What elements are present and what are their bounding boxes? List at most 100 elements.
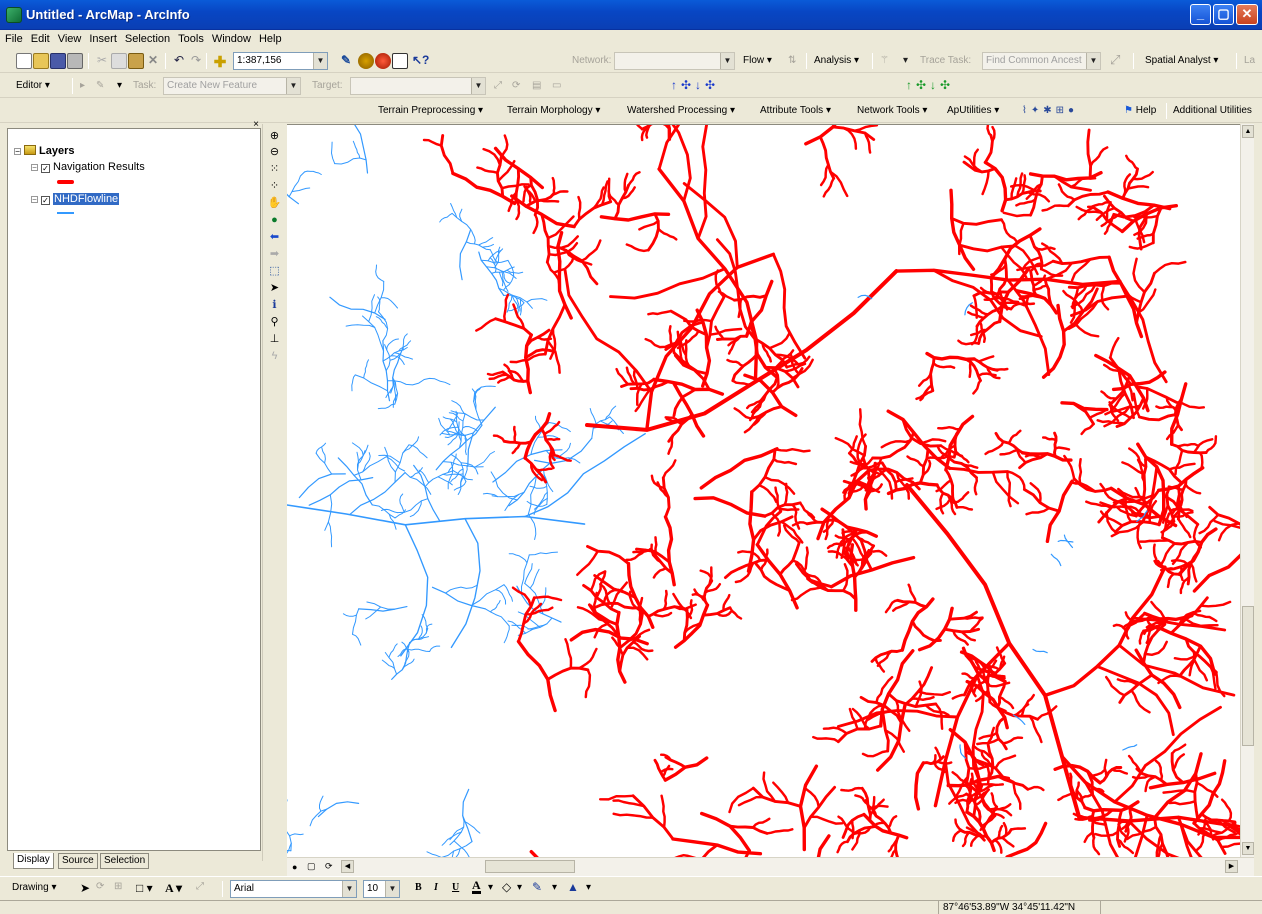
marker-color-icon[interactable]: ▲ [567,880,579,894]
tab-selection[interactable]: Selection [100,853,150,869]
split-tool-icon[interactable]: ⤢ [494,80,502,91]
attributes-icon[interactable]: ▤ [532,80,541,91]
layout-view-icon[interactable]: ▢ [307,861,316,872]
toc-layer-nhdflowline[interactable]: − ✓ NHDFlowline [31,193,120,205]
underline-button[interactable]: U [452,882,459,893]
bold-button[interactable]: B [415,882,422,893]
select-elements-icon[interactable]: ➤ [267,282,282,295]
upstream-trace-icons[interactable]: ↑✣↓✣ [671,78,719,92]
fixed-zoom-out-icon[interactable]: ⁘ [267,180,282,193]
hyperlink-icon[interactable]: ϟ [267,350,282,363]
collapse-icon[interactable]: − [31,164,38,172]
rotate-tool-icon[interactable]: ⟳ [512,80,520,91]
analysis-menu[interactable]: Analysis ▾ [814,55,859,66]
menu-edit[interactable]: Edit [26,30,53,45]
sketch-dropdown-icon[interactable]: ▾ [117,80,122,91]
italic-button[interactable]: I [434,882,438,893]
open-folder-icon[interactable] [33,53,49,69]
menu-view[interactable]: View [53,30,85,45]
fill-color-icon[interactable]: ◇ [502,880,511,894]
back-extent-icon[interactable]: ⬅ [267,231,282,244]
task-combo[interactable]: Create New Feature ▼ [163,77,301,95]
zoom-to-selected-icon[interactable]: ⊞ [114,881,122,892]
layer-visibility-checkbox[interactable]: ✓ [41,196,50,205]
measure-icon[interactable]: ⊥ [267,333,282,346]
trace-tool-icon[interactable]: ⚚ [880,55,889,66]
maximize-button[interactable]: ▢ [1213,4,1234,25]
delete-icon[interactable]: ✕ [145,53,161,69]
scale-dropdown-icon[interactable]: ▼ [313,53,327,69]
stream-network-map[interactable] [287,125,1240,857]
scroll-up-icon[interactable]: ▲ [1242,125,1254,138]
trace-tool-dropdown-icon[interactable]: ▾ [903,55,908,66]
trace-task-combo[interactable]: Find Common Ancest ▼ [982,52,1101,70]
flow-menu[interactable]: Flow ▾ [743,55,772,66]
editor-menu[interactable]: Editor ▾ [16,80,50,91]
close-button[interactable]: ✕ [1236,4,1258,25]
scroll-right-icon[interactable]: ▶ [1225,860,1238,873]
menu-file[interactable]: File [0,30,26,45]
undo-icon[interactable]: ↶ [171,53,187,69]
new-document-icon[interactable] [16,53,32,69]
print-icon[interactable] [67,53,83,69]
tab-display[interactable]: Display [13,853,54,869]
text-tool-icon[interactable]: A ▾ [165,881,182,896]
scroll-left-icon[interactable]: ◀ [341,860,354,873]
task-dropdown-icon[interactable]: ▼ [286,78,300,94]
menu-window[interactable]: Window [207,30,254,45]
target-combo[interactable]: ▼ [350,77,486,95]
flow-arrows-icon[interactable]: ⇅ [788,55,796,66]
select-features-icon[interactable]: ⬚ [267,265,282,278]
data-view-icon[interactable]: ● [292,862,297,872]
layer-visibility-checkbox[interactable]: ✓ [41,164,50,173]
font-dropdown-icon[interactable]: ▼ [342,881,356,897]
map-vertical-scrollbar[interactable]: ▲ ▼ [1240,124,1254,857]
target-dropdown-icon[interactable]: ▼ [471,78,485,94]
spatial-analyst-menu[interactable]: Spatial Analyst ▾ [1145,55,1218,66]
solve-icon[interactable]: ⤢ [1110,52,1120,68]
toc-layer-navigation-results[interactable]: − ✓ Navigation Results [31,161,145,173]
help-menu[interactable]: ⚑ Help [1124,105,1156,116]
forward-extent-icon[interactable]: ➡ [267,248,282,261]
trace-task-dropdown-icon[interactable]: ▼ [1086,53,1100,69]
network-dropdown-icon[interactable]: ▼ [720,53,734,69]
map-horizontal-scrollbar[interactable]: ● ▢ ⟳ ◀ ▶ [287,857,1254,876]
menu-help[interactable]: Help [254,30,285,45]
sketch-properties-icon[interactable]: ▭ [552,80,561,91]
identify-icon[interactable]: ℹ [267,299,282,312]
font-color-icon[interactable]: A [472,879,481,894]
find-icon[interactable]: ⚲ [267,316,282,329]
font-size-combo[interactable]: 10 ▼ [363,880,400,898]
scroll-down-icon[interactable]: ▼ [1242,842,1254,855]
menu-tools[interactable]: Tools [173,30,207,45]
terrain-preprocessing-menu[interactable]: Terrain Preprocessing ▾ [378,105,483,116]
cut-icon[interactable]: ✂ [94,53,110,69]
horizontal-scroll-thumb[interactable] [485,860,575,873]
terrain-morphology-menu[interactable]: Terrain Morphology ▾ [507,105,600,116]
pan-icon[interactable]: ✋ [267,197,282,210]
collapse-icon[interactable]: − [31,196,38,204]
map-scale-combo[interactable]: 1:387,156 ▼ [233,52,328,70]
hydro-tool-icons[interactable]: ⌇✦✱⊞● [1022,105,1078,116]
font-size-dropdown-icon[interactable]: ▼ [385,881,399,897]
toc-layers-row[interactable]: − Layers [14,145,74,157]
font-color-dropdown-icon[interactable]: ▾ [488,882,493,893]
marker-color-dropdown-icon[interactable]: ▾ [586,882,591,893]
refresh-icon[interactable]: ⟳ [325,861,333,872]
drawing-menu[interactable]: Drawing ▾ [12,882,57,893]
arccatalog-icon[interactable] [375,53,391,69]
zoom-out-icon[interactable]: ⊖ [267,146,282,159]
sketch-tool-icon[interactable]: ✎ [96,80,104,91]
line-color-dropdown-icon[interactable]: ▾ [552,882,557,893]
network-combo[interactable]: ▼ [614,52,735,70]
font-combo[interactable]: Arial ▼ [230,880,357,898]
rectangle-tool-icon[interactable]: □ ▾ [136,881,153,895]
select-elements-icon[interactable]: ➤ [80,881,90,895]
attribute-tools-menu[interactable]: Attribute Tools ▾ [760,105,831,116]
edit-vertices-icon[interactable]: ⤢ [196,881,204,892]
paste-icon[interactable] [128,53,144,69]
whats-this-icon[interactable]: ↖? [412,53,429,69]
edit-tool-icon[interactable]: ▸ [80,80,85,91]
redo-icon[interactable]: ↷ [188,53,204,69]
watershed-processing-menu[interactable]: Watershed Processing ▾ [627,105,735,116]
